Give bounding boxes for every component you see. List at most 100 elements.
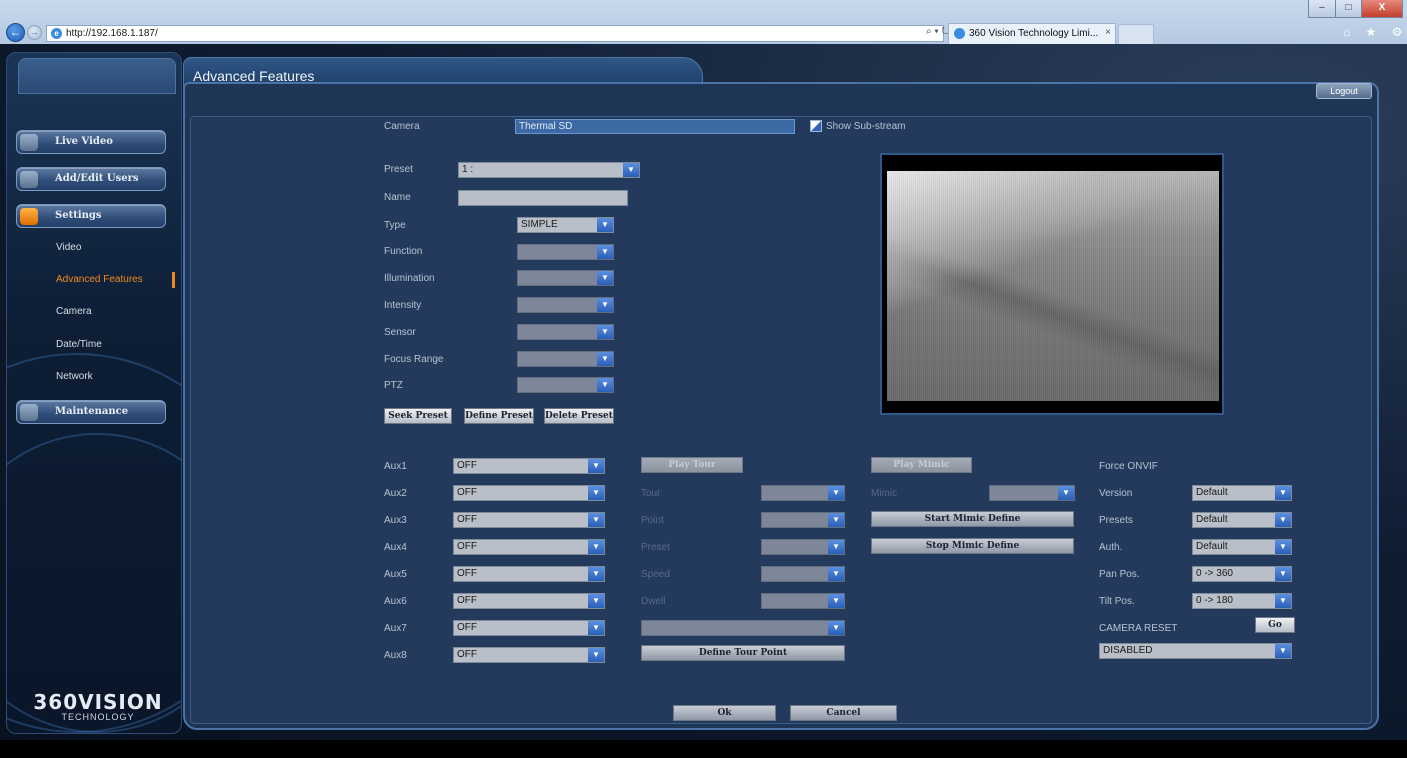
logout-button[interactable]: Logout <box>1316 83 1372 99</box>
go-button[interactable]: Go <box>1255 617 1295 633</box>
aux3-value: OFF <box>457 514 477 525</box>
illumination-select[interactable]: ▼ <box>517 270 614 286</box>
aux5-select[interactable]: OFF ▼ <box>453 566 605 582</box>
maintenance-icon <box>20 404 38 421</box>
thermal-video-frame <box>887 171 1219 401</box>
forward-button[interactable]: → <box>27 25 42 40</box>
pan-pos-label: Pan Pos. <box>1099 569 1140 580</box>
chevron-down-icon: ▼ <box>828 567 844 581</box>
minimize-button[interactable]: – <box>1308 0 1336 18</box>
aux6-select[interactable]: OFF ▼ <box>453 593 605 609</box>
chevron-down-icon: ▼ <box>597 298 613 312</box>
maximize-button[interactable]: □ <box>1335 0 1362 18</box>
camera-select[interactable]: Thermal SD <box>515 119 795 134</box>
play-mimic-button[interactable]: Play Mimic <box>871 457 972 473</box>
sidebar-item-video[interactable]: Video <box>56 242 81 253</box>
name-input[interactable] <box>458 190 628 206</box>
search-refresh-icons[interactable]: ⌕ ▾ ↻ <box>926 26 950 37</box>
back-button[interactable]: ← <box>6 23 25 42</box>
chevron-down-icon: ▼ <box>597 378 613 392</box>
aux4-select[interactable]: OFF ▼ <box>453 539 605 555</box>
delete-preset-button[interactable]: Delete Preset <box>544 408 614 424</box>
logo-wordmark: 360VISION <box>33 690 163 714</box>
chevron-down-icon: ▼ <box>597 271 613 285</box>
chevron-down-icon: ▼ <box>1275 567 1291 581</box>
aux7-select[interactable]: OFF ▼ <box>453 620 605 636</box>
chevron-down-icon: ▼ <box>588 621 604 635</box>
aux2-select[interactable]: OFF ▼ <box>453 485 605 501</box>
window-buttons: – □ X <box>1308 0 1403 18</box>
substream-label: Show Sub-stream <box>826 121 906 132</box>
chevron-down-icon: ▼ <box>597 218 613 232</box>
bottom-strip <box>0 740 1407 758</box>
aux5-label: Aux5 <box>384 569 407 580</box>
menu-settings[interactable]: Settings <box>16 204 166 228</box>
presets-select[interactable]: Default ▼ <box>1192 512 1292 528</box>
aux8-label: Aux8 <box>384 650 407 661</box>
intensity-label: Intensity <box>384 300 422 311</box>
sidebar-item-camera[interactable]: Camera <box>56 306 92 317</box>
define-tour-point-button[interactable]: Define Tour Point <box>641 645 845 661</box>
mimic-select[interactable]: ▼ <box>989 485 1075 501</box>
tab-close-icon[interactable]: × <box>1105 27 1111 38</box>
version-select[interactable]: Default ▼ <box>1192 485 1292 501</box>
home-favorites-tools-icons[interactable]: ⌂ ★ ⚙ <box>1343 25 1407 39</box>
close-window-button[interactable]: X <box>1361 0 1403 18</box>
presets-value: Default <box>1196 514 1228 525</box>
browser-tab[interactable]: 360 Vision Technology Limi... × <box>948 23 1116 44</box>
chevron-down-icon: ▼ <box>597 325 613 339</box>
aux8-select[interactable]: OFF ▼ <box>453 647 605 663</box>
preset-value: 1 : <box>462 164 474 175</box>
menu-live-video[interactable]: Live Video <box>16 130 166 154</box>
aux1-select[interactable]: OFF ▼ <box>453 458 605 474</box>
focus-range-select[interactable]: ▼ <box>517 351 614 367</box>
cancel-button[interactable]: Cancel <box>790 705 897 721</box>
sensor-select[interactable]: ▼ <box>517 324 614 340</box>
define-preset-button[interactable]: Define Preset <box>464 408 534 424</box>
tour-point-select[interactable]: ▼ <box>641 620 845 636</box>
page-title: Advanced Features <box>193 68 315 84</box>
point-select[interactable]: ▼ <box>761 512 845 528</box>
menu-add-edit-users[interactable]: Add/Edit Users <box>16 167 166 191</box>
aux3-select[interactable]: OFF ▼ <box>453 512 605 528</box>
camera-label: Camera <box>384 121 420 132</box>
chevron-down-icon: ▼ <box>588 513 604 527</box>
speed-select[interactable]: ▼ <box>761 566 845 582</box>
aux1-value: OFF <box>457 460 477 471</box>
function-select[interactable]: ▼ <box>517 244 614 260</box>
stop-mimic-define-button[interactable]: Stop Mimic Define <box>871 538 1074 554</box>
tour-select[interactable]: ▼ <box>761 485 845 501</box>
auth-select[interactable]: Default ▼ <box>1192 539 1292 555</box>
preset-select[interactable]: 1 : ▼ <box>458 162 640 178</box>
address-bar[interactable]: e http://192.168.1.187/ <box>46 25 944 42</box>
menu-label: Maintenance <box>55 406 129 417</box>
tilt-pos-select[interactable]: 0 -> 180 ▼ <box>1192 593 1292 609</box>
aux6-value: OFF <box>457 595 477 606</box>
chevron-down-icon: ▼ <box>828 513 844 527</box>
settings-icon <box>20 208 38 225</box>
type-label: Type <box>384 220 406 231</box>
new-tab-button[interactable] <box>1118 24 1154 44</box>
chevron-down-icon: ▼ <box>588 594 604 608</box>
pan-pos-select[interactable]: 0 -> 360 ▼ <box>1192 566 1292 582</box>
chevron-down-icon: ▼ <box>828 621 844 635</box>
ok-button[interactable]: Ok <box>673 705 776 721</box>
sidebar-item-date-time[interactable]: Date/Time <box>56 339 102 350</box>
ptz-select[interactable]: ▼ <box>517 377 614 393</box>
menu-maintenance[interactable]: Maintenance <box>16 400 166 424</box>
sidebar-item-advanced-features[interactable]: Advanced Features <box>56 274 143 285</box>
show-substream-checkbox[interactable] <box>810 120 822 132</box>
seek-preset-button[interactable]: Seek Preset <box>384 408 452 424</box>
start-mimic-define-button[interactable]: Start Mimic Define <box>871 511 1074 527</box>
play-tour-button[interactable]: Play Tour <box>641 457 743 473</box>
aux4-value: OFF <box>457 541 477 552</box>
tour-preset-select[interactable]: ▼ <box>761 539 845 555</box>
sidebar-item-network[interactable]: Network <box>56 371 93 382</box>
type-value: SIMPLE <box>521 219 558 230</box>
chevron-down-icon: ▼ <box>1275 594 1291 608</box>
type-select[interactable]: SIMPLE ▼ <box>517 217 614 233</box>
camera-reset-select[interactable]: DISABLED ▼ <box>1099 643 1292 659</box>
dwell-select[interactable]: ▼ <box>761 593 845 609</box>
intensity-select[interactable]: ▼ <box>517 297 614 313</box>
active-item-marker <box>172 272 175 288</box>
